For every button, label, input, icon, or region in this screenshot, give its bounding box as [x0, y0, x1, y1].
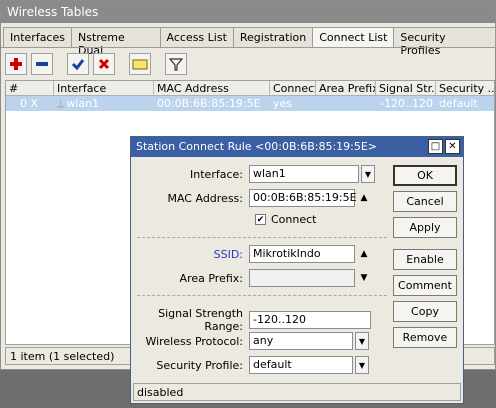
tab-divider	[1, 47, 496, 48]
wireless-protocol-select[interactable]: any	[249, 332, 353, 350]
row-signal: -120..120	[380, 97, 433, 110]
column-area-prefix[interactable]: Area Prefix	[316, 81, 376, 95]
signal-strength-label: Signal Strength Range:	[158, 307, 243, 333]
mac-address-label: MAC Address:	[167, 191, 243, 205]
cancel-button[interactable]: Cancel	[393, 191, 457, 212]
security-profile-select[interactable]: default	[249, 356, 353, 374]
check-icon	[71, 59, 85, 71]
chevron-down-icon: ▼	[358, 336, 366, 346]
column-interface[interactable]: Interface	[54, 81, 154, 95]
row-number: 0	[20, 97, 27, 110]
section-divider	[137, 237, 387, 238]
tab-connect-list[interactable]: Connect List	[312, 27, 395, 47]
maximize-button[interactable]: □	[428, 139, 443, 154]
chevron-down-icon: ▼	[364, 169, 372, 179]
comment-icon	[132, 59, 148, 70]
apply-button[interactable]: Apply	[393, 217, 457, 238]
mac-address-field[interactable]: 00:0B:6B:85:19:5E	[249, 189, 357, 207]
station-connect-rule-dialog: Station Connect Rule <00:0B:6B:85:19:5E>…	[130, 136, 464, 404]
tab-security-profiles[interactable]: Security Profiles	[393, 27, 496, 57]
column-signal[interactable]: Signal Str...	[376, 81, 436, 95]
security-dropdown-button[interactable]: ▼	[355, 356, 369, 374]
comment-button[interactable]	[129, 53, 151, 75]
column-mac[interactable]: MAC Address	[154, 81, 270, 95]
interface-label: Interface:	[190, 167, 243, 181]
remove-button[interactable]: Remove	[393, 327, 457, 348]
ssid-label: SSID:	[213, 247, 243, 261]
security-profile-label: Security Profile:	[156, 358, 243, 372]
area-prefix-label: Area Prefix:	[179, 271, 243, 285]
interface-select[interactable]: wlan1	[249, 165, 359, 183]
filter-icon	[169, 58, 183, 71]
row-area-prefix	[316, 96, 376, 111]
enable-button[interactable]: Enable	[393, 249, 457, 270]
window-title: Wireless Tables	[1, 1, 495, 23]
wireless-protocol-label: Wireless Protocol:	[145, 334, 243, 348]
connect-checkbox[interactable]: ✔	[255, 214, 266, 225]
wireless-icon: ⟂	[57, 96, 65, 110]
dialog-status: disabled	[133, 383, 461, 401]
close-button[interactable]: ✕	[445, 139, 460, 154]
tab-bar: Interfaces Nstreme Dual Access List Regi…	[3, 27, 496, 57]
comment-button[interactable]: Comment	[393, 275, 457, 296]
signal-strength-field[interactable]: -120..120	[249, 311, 371, 329]
x-icon	[98, 58, 110, 70]
tab-nstreme-dual[interactable]: Nstreme Dual	[70, 27, 161, 57]
column-connect[interactable]: Connect	[270, 81, 316, 95]
column-number[interactable]: #	[6, 81, 54, 95]
tab-interfaces[interactable]: Interfaces	[3, 27, 72, 47]
chevron-down-icon: ▼	[358, 360, 366, 370]
ssid-field[interactable]: MikrotikIndo	[249, 245, 355, 263]
table-header: # Interface MAC Address Connect Area Pre…	[6, 81, 494, 96]
connect-label: Connect	[271, 213, 317, 226]
row-security: default	[439, 97, 478, 110]
filter-button[interactable]	[165, 53, 187, 75]
ok-button[interactable]: OK	[393, 165, 457, 186]
copy-button[interactable]: Copy	[393, 301, 457, 322]
row-connect: yes	[273, 97, 293, 110]
add-button[interactable]	[5, 53, 27, 75]
dialog-title-bar: Station Connect Rule <00:0B:6B:85:19:5E>…	[131, 137, 463, 157]
add-icon	[10, 58, 22, 70]
maximize-icon: □	[430, 141, 441, 152]
protocol-dropdown-button[interactable]: ▼	[355, 332, 369, 350]
checkmark-icon: ✔	[256, 214, 265, 225]
disable-button[interactable]	[93, 53, 115, 75]
toolbar	[5, 53, 187, 75]
table-row[interactable]: 0 X ⟂ wlan1 00:0B:6B:85:19:5E yes -120..…	[6, 96, 494, 111]
dialog-title: Station Connect Rule <00:0B:6B:85:19:5E>	[136, 140, 378, 153]
close-icon: ✕	[448, 141, 457, 152]
area-prefix-field[interactable]	[249, 269, 355, 287]
expand-arrow-icon[interactable]: ▼	[357, 269, 371, 287]
remove-button[interactable]	[31, 53, 53, 75]
interface-dropdown-button[interactable]: ▼	[361, 165, 375, 183]
row-interface: wlan1	[66, 97, 100, 110]
enable-button[interactable]	[67, 53, 89, 75]
collapse-arrow-icon[interactable]: ▲	[357, 189, 371, 207]
tab-registration[interactable]: Registration	[232, 27, 314, 47]
row-mac: 00:0B:6B:85:19:5E	[157, 97, 261, 110]
remove-icon	[36, 62, 48, 66]
row-disabled-flag: X	[30, 97, 38, 110]
tab-access-list[interactable]: Access List	[159, 27, 234, 47]
section-divider	[137, 295, 387, 296]
collapse-arrow-icon[interactable]: ▲	[357, 245, 371, 263]
column-security[interactable]: Security ...	[436, 81, 494, 95]
